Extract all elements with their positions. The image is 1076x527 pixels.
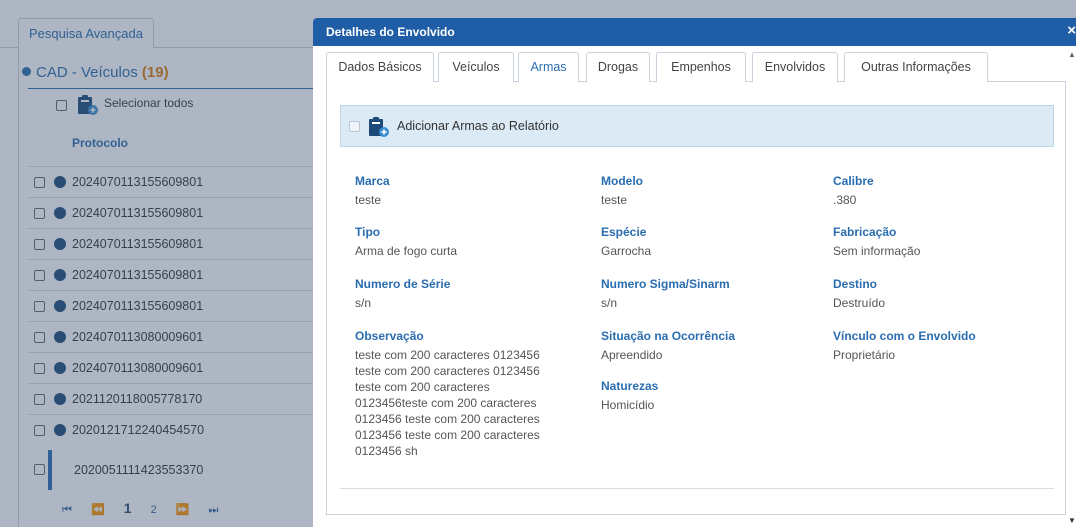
- tab-veiculos[interactable]: Veículos: [438, 52, 514, 82]
- field-label: Calibre: [833, 174, 874, 188]
- field-value: teste: [601, 193, 628, 207]
- page-scrollbar[interactable]: ▲ ▼: [1068, 50, 1076, 527]
- divider: [340, 488, 1054, 489]
- field-label: Numero Sigma/Sinarm: [601, 277, 730, 291]
- field-destino: Destino Destruído: [833, 277, 885, 311]
- field-value: teste: [355, 193, 382, 207]
- observacao-line: teste com 200 caracteres: [355, 380, 490, 394]
- tab-content: Adicionar Armas ao Relatório Marca teste…: [326, 82, 1066, 515]
- add-to-report-checkbox[interactable]: [349, 121, 360, 132]
- field-value: Apreendido: [601, 348, 663, 362]
- field-label: Numero de Série: [355, 277, 451, 291]
- field-label: Marca: [355, 174, 390, 188]
- field-value: s/n: [601, 296, 618, 310]
- field-value: Sem informação: [833, 244, 921, 258]
- field-situacao: Situação na Ocorrência Apreendido: [601, 329, 735, 363]
- observacao-line: 0123456teste com 200 caracteres: [355, 396, 537, 410]
- field-fabricacao: Fabricação Sem informação: [833, 225, 920, 259]
- details-modal: Detalhes do Envolvido × Dados Básicos Ve…: [313, 18, 1076, 527]
- close-icon[interactable]: ×: [1067, 22, 1076, 40]
- observacao-line: teste com 200 caracteres 0123456: [355, 364, 540, 378]
- field-value: Destruído: [833, 296, 886, 310]
- field-label: Modelo: [601, 174, 643, 188]
- field-observacao: Observação teste com 200 caracteres 0123…: [355, 329, 575, 459]
- tab-envolvidos[interactable]: Envolvidos: [752, 52, 838, 82]
- observacao-line: 0123456 sh: [355, 444, 418, 458]
- field-value: Arma de fogo curta: [355, 244, 458, 258]
- scroll-up-icon[interactable]: ▲: [1068, 50, 1076, 59]
- field-marca: Marca teste: [355, 174, 390, 208]
- field-naturezas: Naturezas Homicídio: [601, 379, 658, 413]
- field-label: Observação: [355, 329, 424, 343]
- field-value: Garrocha: [601, 244, 652, 258]
- observacao-line: 0123456 teste com 200 caracteres: [355, 428, 540, 442]
- tab-outras-informacoes[interactable]: Outras Informações: [844, 52, 988, 82]
- modal-header: Detalhes do Envolvido ×: [313, 18, 1076, 46]
- tab-empenhos[interactable]: Empenhos: [656, 52, 746, 82]
- field-especie: Espécie Garrocha: [601, 225, 651, 259]
- field-label: Tipo: [355, 225, 381, 239]
- observacao-line: 0123456 teste com 200 caracteres: [355, 412, 540, 426]
- field-label: Fabricação: [833, 225, 897, 239]
- observacao-line: teste com 200 caracteres 0123456: [355, 348, 540, 362]
- add-to-report-bar[interactable]: Adicionar Armas ao Relatório: [340, 105, 1054, 147]
- scroll-down-icon[interactable]: ▼: [1068, 516, 1076, 525]
- field-vinculo: Vínculo com o Envolvido Proprietário: [833, 329, 976, 363]
- modal-title: Detalhes do Envolvido: [326, 25, 455, 39]
- tab-armas[interactable]: Armas: [518, 52, 579, 83]
- field-value: Homicídio: [601, 398, 655, 412]
- field-modelo: Modelo teste: [601, 174, 643, 208]
- add-to-report-label: Adicionar Armas ao Relatório: [397, 119, 559, 133]
- field-value: Proprietário: [833, 348, 896, 362]
- field-label: Destino: [833, 277, 878, 291]
- field-label: Vínculo com o Envolvido: [833, 329, 976, 343]
- tab-dados-basicos[interactable]: Dados Básicos: [326, 52, 434, 82]
- field-value: s/n: [355, 296, 372, 310]
- clipboard-add-icon: [369, 117, 389, 137]
- field-tipo: Tipo Arma de fogo curta: [355, 225, 457, 259]
- modal-tabs: Dados Básicos Veículos Armas Drogas Empe…: [326, 52, 1066, 83]
- field-label: Espécie: [601, 225, 647, 239]
- field-value: .380: [833, 193, 857, 207]
- field-label: Naturezas: [601, 379, 659, 393]
- field-numero-serie: Numero de Série s/n: [355, 277, 450, 311]
- tab-drogas[interactable]: Drogas: [586, 52, 650, 82]
- field-calibre: Calibre .380: [833, 174, 874, 208]
- field-numero-sigma: Numero Sigma/Sinarm s/n: [601, 277, 730, 311]
- field-label: Situação na Ocorrência: [601, 329, 736, 343]
